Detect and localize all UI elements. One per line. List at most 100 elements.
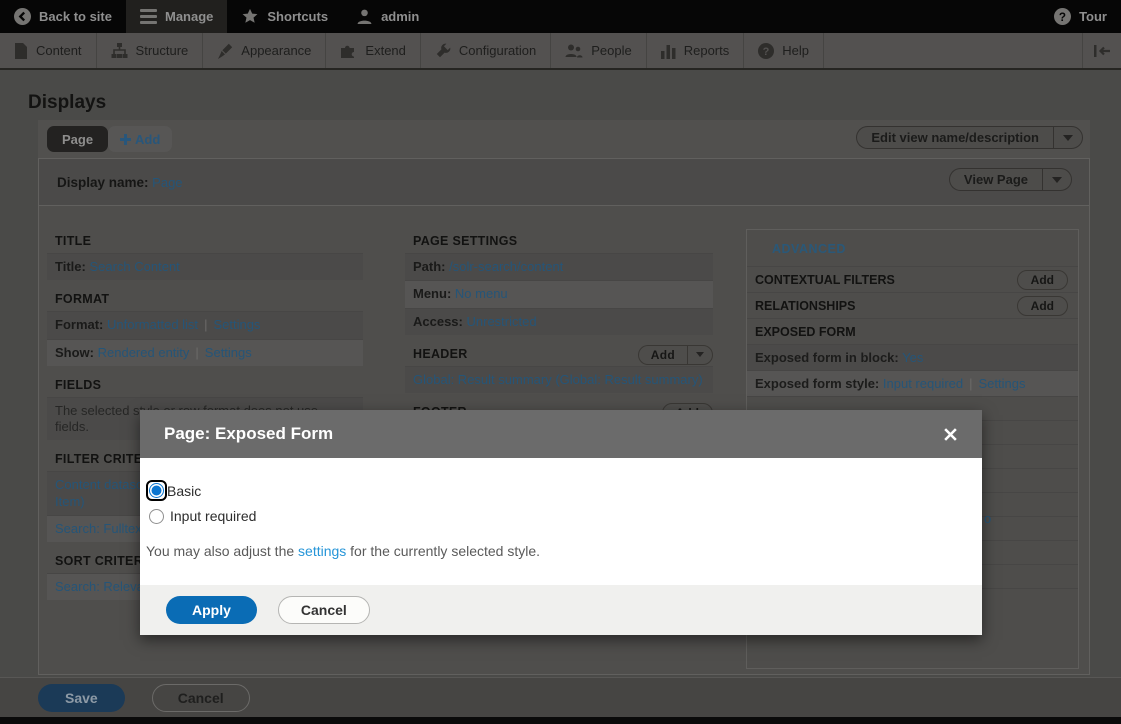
radio-selected-icon[interactable] bbox=[146, 480, 167, 501]
menu-item-label: Structure bbox=[136, 43, 189, 58]
view-page-dropdown-toggle[interactable] bbox=[1042, 168, 1072, 191]
header-add-button[interactable]: Add bbox=[638, 345, 713, 365]
menu-item-help[interactable]: ? Help bbox=[744, 33, 824, 68]
menu-item-reports[interactable]: Reports bbox=[647, 33, 745, 68]
people-icon bbox=[565, 43, 583, 59]
add-display-button[interactable]: Add bbox=[108, 126, 172, 152]
exposed-block-value-link[interactable]: Yes bbox=[902, 350, 923, 365]
modal-note: You may also adjust the settings for the… bbox=[146, 543, 958, 559]
section-page-settings: PAGE SETTINGS Path: /solr-search/content… bbox=[405, 229, 713, 335]
modal-footer: Apply Cancel bbox=[140, 585, 982, 635]
title-label: Title: bbox=[55, 259, 86, 274]
exposed-form-style-row: Exposed form style: Input required|Setti… bbox=[747, 370, 1078, 396]
back-to-site-label: Back to site bbox=[39, 9, 112, 24]
edit-view-dropdown-toggle[interactable] bbox=[1053, 126, 1083, 149]
menu-item-label: People bbox=[591, 43, 631, 58]
modal-cancel-button[interactable]: Cancel bbox=[278, 596, 370, 624]
configuration-wrench-icon bbox=[435, 43, 451, 59]
manage-menu-button[interactable]: Manage bbox=[126, 0, 227, 33]
save-button[interactable]: Save bbox=[38, 684, 125, 712]
format-value-link[interactable]: Unformatted list bbox=[107, 317, 198, 332]
relationships-label: RELATIONSHIPS bbox=[755, 299, 855, 313]
section-title-header: TITLE bbox=[47, 229, 363, 253]
cancel-button[interactable]: Cancel bbox=[152, 684, 250, 712]
show-settings-link[interactable]: Settings bbox=[205, 345, 252, 360]
chevron-down-icon bbox=[1063, 135, 1073, 141]
access-row: Access: Unrestricted bbox=[405, 308, 713, 335]
display-name-row: Display name: Page View Page bbox=[39, 159, 1089, 206]
menu-item-extend[interactable]: Extend bbox=[326, 33, 420, 68]
radio-option-basic[interactable]: Basic bbox=[146, 480, 958, 501]
topbar-spacer bbox=[433, 0, 1040, 33]
section-format: FORMAT Format: Unformatted list|Settings… bbox=[47, 287, 363, 366]
structure-icon bbox=[111, 43, 128, 59]
section-header-area: HEADER Add Global: Result summary (Globa… bbox=[405, 342, 713, 393]
menu-item-structure[interactable]: Structure bbox=[97, 33, 204, 68]
section-format-header: FORMAT bbox=[47, 287, 363, 311]
contextual-filters-add-button[interactable]: Add bbox=[1017, 270, 1068, 290]
column-second: PAGE SETTINGS Path: /solr-search/content… bbox=[405, 229, 713, 431]
tour-label: Tour bbox=[1079, 9, 1107, 24]
path-value-link[interactable]: /solr-search/content bbox=[449, 259, 563, 274]
view-page-button[interactable]: View Page bbox=[949, 168, 1072, 191]
radio-input-required-label[interactable]: Input required bbox=[170, 508, 256, 524]
menu-value-link[interactable]: No menu bbox=[455, 286, 508, 301]
admin-user-button[interactable]: admin bbox=[342, 0, 433, 33]
note-text-before: You may also adjust the bbox=[146, 543, 298, 559]
manage-label: Manage bbox=[165, 9, 213, 24]
menu-item-configuration[interactable]: Configuration bbox=[421, 33, 551, 68]
header-add-label: Add bbox=[638, 345, 687, 365]
menu-item-appearance[interactable]: Appearance bbox=[203, 33, 326, 68]
title-value-link[interactable]: Search Content bbox=[89, 259, 179, 274]
exposed-form-block-row: Exposed form in block: Yes bbox=[747, 344, 1078, 370]
plus-icon bbox=[120, 134, 131, 145]
format-label: Format: bbox=[55, 317, 103, 332]
header-add-dropdown-toggle[interactable] bbox=[687, 345, 713, 365]
radio-dot bbox=[150, 484, 163, 497]
menu-item-label: Reports bbox=[684, 43, 730, 58]
help-icon: ? bbox=[758, 43, 774, 59]
menu-item-people[interactable]: People bbox=[551, 33, 646, 68]
collapse-arrow-icon bbox=[1093, 44, 1111, 58]
toolbar-orientation-toggle[interactable] bbox=[1083, 33, 1121, 68]
chevron-down-icon bbox=[696, 352, 704, 357]
show-value-link[interactable]: Rendered entity bbox=[98, 345, 190, 360]
menu-item-label: Configuration bbox=[459, 43, 536, 58]
tour-button[interactable]: ? Tour bbox=[1040, 0, 1121, 33]
form-actions: Save Cancel bbox=[0, 677, 1121, 717]
content-icon bbox=[14, 43, 28, 59]
apply-button[interactable]: Apply bbox=[166, 596, 257, 624]
modal-header[interactable]: Page: Exposed Form bbox=[140, 410, 982, 458]
shortcuts-button[interactable]: Shortcuts bbox=[227, 0, 342, 33]
settings-link[interactable]: settings bbox=[298, 543, 346, 559]
radio-unselected-icon[interactable] bbox=[149, 509, 164, 524]
exposed-style-label: Exposed form style: bbox=[755, 376, 879, 391]
relationships-add-button[interactable]: Add bbox=[1017, 296, 1068, 316]
display-name-link[interactable]: Page bbox=[152, 175, 182, 190]
exposed-style-settings-link[interactable]: Settings bbox=[979, 376, 1026, 391]
menu-item-content[interactable]: Content bbox=[0, 33, 97, 68]
radio-basic-label[interactable]: Basic bbox=[167, 483, 201, 499]
exposed-style-value-link[interactable]: Input required bbox=[883, 376, 963, 391]
note-text-after: for the currently selected style. bbox=[346, 543, 540, 559]
advanced-toggle-link[interactable]: ADVANCED bbox=[747, 230, 1078, 266]
view-page-label: View Page bbox=[949, 168, 1042, 191]
header-item-row: Global: Result summary (Global: Result s… bbox=[405, 366, 713, 393]
radio-option-input-required[interactable]: Input required bbox=[146, 508, 958, 524]
pipe-divider: | bbox=[198, 317, 213, 332]
exposed-form-modal: Page: Exposed Form Basic Input required … bbox=[140, 410, 982, 635]
section-page-settings-header: PAGE SETTINGS bbox=[405, 229, 713, 253]
format-row: Format: Unformatted list|Settings bbox=[47, 311, 363, 338]
back-to-site-button[interactable]: Back to site bbox=[0, 0, 126, 33]
access-value-link[interactable]: Unrestricted bbox=[467, 314, 537, 329]
tab-page-display[interactable]: Page bbox=[47, 126, 108, 152]
tour-help-icon: ? bbox=[1054, 8, 1071, 25]
edit-view-name-button[interactable]: Edit view name/description bbox=[856, 126, 1083, 149]
bottom-strip bbox=[0, 717, 1121, 724]
section-header-header: HEADER Add bbox=[405, 342, 713, 366]
user-icon bbox=[356, 8, 373, 25]
close-icon[interactable] bbox=[939, 423, 962, 446]
format-settings-link[interactable]: Settings bbox=[213, 317, 260, 332]
header-result-summary-link[interactable]: Global: Result summary (Global: Result s… bbox=[413, 372, 703, 387]
exposed-block-label: Exposed form in block: bbox=[755, 350, 899, 365]
